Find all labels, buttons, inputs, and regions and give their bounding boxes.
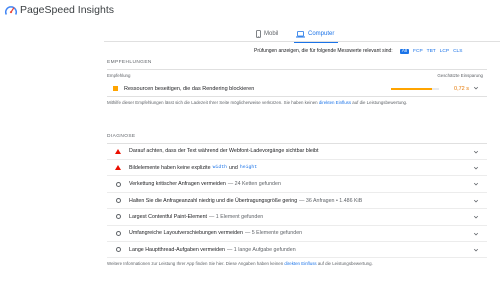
tab-desktop-label: Computer bbox=[308, 31, 335, 37]
diagnostic-item-critical-chains[interactable]: Verkettung kritischer Anfragen vermeiden… bbox=[107, 176, 487, 193]
diagnostics-help-text: Weitere Informationen zur Leistung Ihrer… bbox=[107, 261, 285, 267]
icon-slot bbox=[113, 198, 123, 204]
diagnostic-title: Umfangreiche Layoutverschiebungen vermei… bbox=[129, 230, 243, 237]
code-width: width bbox=[212, 165, 227, 171]
divider bbox=[107, 95, 487, 97]
metric-filter: Prüfungen anzeigen, die für folgende Mes… bbox=[254, 46, 462, 56]
diagnostic-item-webfont[interactable]: Darauf achten, dass der Text während der… bbox=[107, 144, 487, 161]
warning-triangle-icon bbox=[115, 165, 121, 171]
diagnostics-title: DIAGNOSE bbox=[107, 134, 136, 139]
diagnostics-help-suffix: auf die Leistungsbewertung. bbox=[316, 261, 373, 267]
average-square-icon bbox=[113, 86, 118, 92]
laptop-icon bbox=[296, 30, 305, 37]
opportunities-section: EMPFEHLUNGEN Empfehlung Geschätzte Einsp… bbox=[107, 60, 487, 106]
diagnostic-detail: — 24 Ketten gefunden bbox=[227, 181, 281, 188]
diagnostic-item-request-count[interactable]: Halten Sie die Anfrageanzahl niedrig und… bbox=[107, 193, 487, 210]
column-opportunity: Empfehlung bbox=[107, 72, 131, 78]
icon-slot bbox=[113, 230, 123, 236]
diagnostics-help: Weitere Informationen zur Leistung Ihrer… bbox=[107, 261, 487, 267]
opportunities-help: Mithilfe dieser Empfehlungen lässt sich … bbox=[107, 100, 487, 106]
diagnostic-item-layout-shifts[interactable]: Umfangreiche Layoutverschiebungen vermei… bbox=[107, 226, 487, 243]
metric-filter-cls[interactable]: CLS bbox=[453, 49, 462, 54]
chevron-down-icon[interactable] bbox=[473, 198, 479, 204]
icon-slot bbox=[113, 148, 123, 154]
savings-value: 0,72 s bbox=[454, 85, 469, 92]
info-circle-icon bbox=[115, 181, 121, 187]
smartphone-icon bbox=[256, 30, 261, 38]
diagnostic-title: Lange Hauptthread-Aufgaben vermeiden bbox=[129, 246, 226, 253]
opportunities-column-headers: Empfehlung Geschätzte Einsparung bbox=[107, 73, 487, 78]
savings-bar-fill bbox=[391, 87, 433, 90]
diagnostic-title-and: und bbox=[228, 164, 238, 171]
diagnostic-title: Verkettung kritischer Anfragen vermeiden bbox=[129, 181, 226, 188]
diagnostic-title: Halten Sie die Anfrageanzahl niedrig und… bbox=[129, 197, 298, 204]
direct-influence-link[interactable]: direkten Einfluss bbox=[284, 261, 316, 266]
diagnostic-detail: — 36 Anfragen • 1.486 KiB bbox=[299, 197, 363, 204]
chevron-down-icon[interactable] bbox=[473, 181, 479, 187]
tab-divider bbox=[104, 41, 500, 42]
diagnostic-detail: — 1 Element gefunden bbox=[209, 213, 264, 220]
icon-slot bbox=[113, 165, 123, 171]
info-circle-icon bbox=[115, 214, 121, 220]
direct-influence-link[interactable]: direkten Einfluss bbox=[319, 100, 351, 105]
opportunities-title: EMPFEHLUNGEN bbox=[107, 60, 152, 65]
app-title[interactable]: PageSpeed Insights bbox=[20, 4, 114, 16]
metric-filter-all[interactable]: All bbox=[399, 48, 410, 54]
chevron-down-icon[interactable] bbox=[473, 247, 479, 253]
opportunities-help-text: Mithilfe dieser Empfehlungen lässt sich … bbox=[107, 100, 319, 106]
info-circle-icon bbox=[115, 230, 121, 236]
metric-filter-label: Prüfungen anzeigen, die für folgende Mes… bbox=[254, 48, 393, 54]
chevron-down-icon[interactable] bbox=[473, 231, 479, 237]
opportunity-title: Ressourcen beseitigen, die das Rendering… bbox=[124, 85, 255, 92]
tab-mobile[interactable]: Mobil bbox=[256, 26, 278, 42]
diagnostic-detail: — 5 Elemente gefunden bbox=[244, 230, 303, 237]
top-bar: PageSpeed Insights bbox=[0, 0, 500, 24]
diagnostics-section: DIAGNOSE Darauf achten, dass der Text wä… bbox=[107, 134, 487, 267]
warning-triangle-icon bbox=[115, 148, 121, 154]
metric-filter-lcp[interactable]: LCP bbox=[440, 49, 449, 54]
metric-filter-fcp[interactable]: FCP bbox=[413, 49, 423, 54]
icon-slot bbox=[113, 181, 123, 187]
info-circle-icon bbox=[115, 247, 121, 253]
diagnostic-item-lcp-element[interactable]: Largest Contentful Paint-Element — 1 Ele… bbox=[107, 209, 487, 226]
diagnostic-item-long-tasks[interactable]: Lange Hauptthread-Aufgaben vermeiden — 1… bbox=[107, 242, 487, 259]
diagnostic-title: Bildelemente haben keine explizite bbox=[129, 164, 211, 171]
column-estimated-savings: Geschätzte Einsparung bbox=[437, 72, 483, 78]
info-circle-icon bbox=[115, 198, 121, 204]
diagnostic-item-image-dimensions[interactable]: Bildelemente haben keine explizite width… bbox=[107, 160, 487, 177]
pagespeed-logo-icon[interactable] bbox=[4, 4, 18, 18]
savings-bar bbox=[391, 87, 439, 90]
opportunity-render-blocking[interactable]: Ressourcen beseitigen, die das Rendering… bbox=[107, 82, 487, 96]
diagnostic-title: Largest Contentful Paint-Element bbox=[129, 213, 208, 220]
tab-desktop[interactable]: Computer bbox=[296, 26, 334, 42]
chevron-down-icon[interactable] bbox=[473, 149, 479, 155]
chevron-down-icon[interactable] bbox=[473, 85, 479, 91]
diagnostic-title: Darauf achten, dass der Text während der… bbox=[129, 148, 319, 155]
code-height: height bbox=[239, 165, 258, 171]
chevron-down-icon[interactable] bbox=[473, 214, 479, 220]
diagnostic-detail: — 1 lange Aufgabe gefunden bbox=[227, 246, 296, 253]
icon-slot bbox=[113, 247, 123, 253]
opportunities-help-suffix: auf die Leistungsbewertung. bbox=[351, 100, 408, 106]
tab-mobile-label: Mobil bbox=[264, 31, 279, 37]
chevron-down-icon[interactable] bbox=[473, 165, 479, 171]
icon-slot bbox=[113, 214, 123, 220]
metric-filter-tbt[interactable]: TBT bbox=[427, 49, 436, 54]
divider bbox=[107, 69, 487, 70]
